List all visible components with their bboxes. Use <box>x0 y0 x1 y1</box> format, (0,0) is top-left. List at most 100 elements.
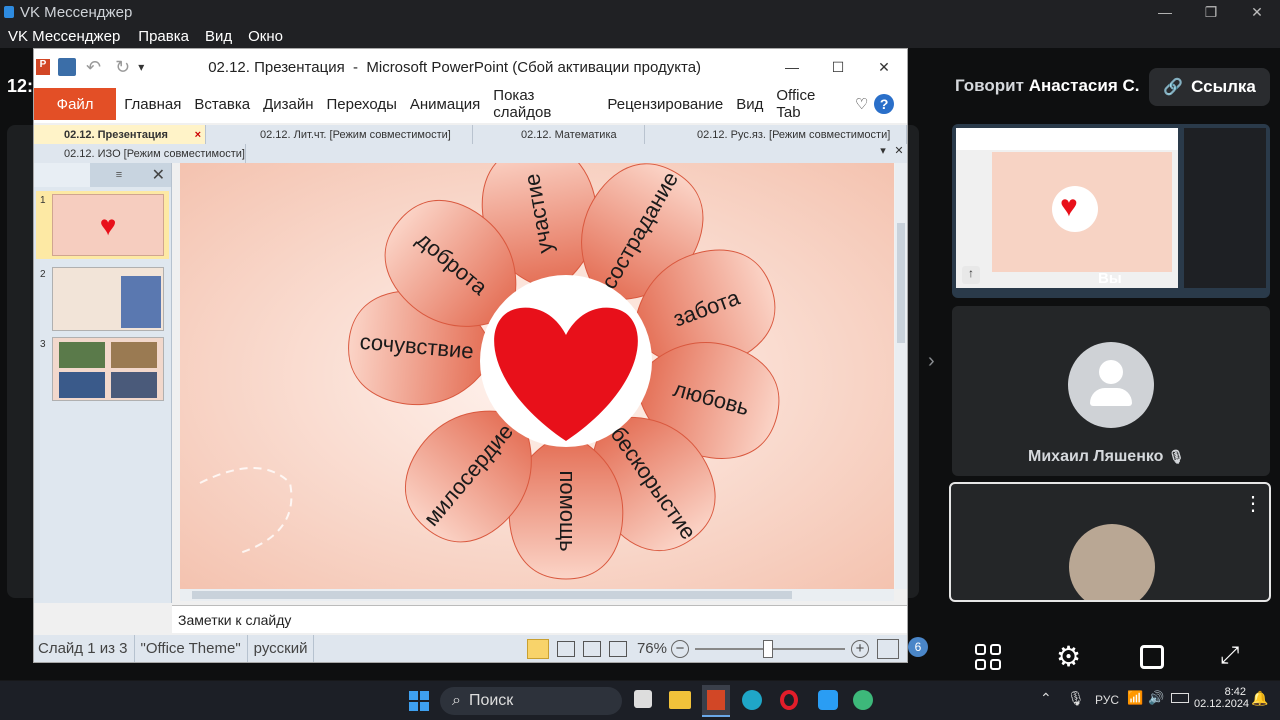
battery-icon[interactable] <box>1171 693 1189 703</box>
tab-review[interactable]: Рецензирование <box>607 96 723 113</box>
notification-bell-icon[interactable]: 🔔 <box>1251 690 1268 707</box>
upload-arrow-icon[interactable]: ↑ <box>962 266 980 284</box>
vk-app-icon <box>4 6 14 18</box>
tab-list-dropdown-icon[interactable]: ▾ <box>875 144 891 163</box>
notes-pane[interactable]: Заметки к слайду <box>172 605 907 633</box>
notes-placeholder: Заметки к слайду <box>178 611 292 628</box>
save-icon[interactable] <box>58 58 76 76</box>
powerpoint-taskbar-icon[interactable] <box>702 685 730 717</box>
speaker-avatar <box>1069 524 1155 600</box>
language[interactable]: русский <box>248 635 315 662</box>
thumb-slide-1[interactable]: 1 ♥ <box>36 191 169 259</box>
horizontal-scrollbar[interactable] <box>180 589 894 601</box>
zoom-in-icon[interactable]: + <box>851 639 869 658</box>
self-video-tile[interactable]: ♥ Вы ↑ <box>952 124 1270 298</box>
microphone-icon[interactable]: 🎙 <box>1067 690 1085 707</box>
opera-icon[interactable] <box>780 690 798 710</box>
reading-view-icon[interactable] <box>582 640 601 657</box>
thumb-slide-2[interactable]: 2 <box>36 267 169 331</box>
input-language[interactable]: РУС <box>1095 693 1119 707</box>
expand-panel-chevron-icon[interactable]: › <box>928 350 935 373</box>
tray-chevron-icon[interactable]: ⌃ <box>1040 690 1052 707</box>
person-icon <box>1099 360 1123 384</box>
clock[interactable]: 8:42 02.12.2024 <box>1194 686 1250 710</box>
zoom-slider[interactable] <box>695 639 845 658</box>
clock-time: 8:42 <box>1224 686 1246 698</box>
file-explorer-icon[interactable] <box>669 691 691 709</box>
vertical-scrollbar[interactable] <box>895 163 907 589</box>
participants-badge[interactable]: 6 <box>908 637 928 657</box>
more-options-icon[interactable]: ⋮ <box>1243 494 1263 514</box>
doc-tab-active[interactable]: 02.12. Презентация × <box>34 125 206 144</box>
slides-tab-icon[interactable] <box>34 163 90 187</box>
tab-slideshow[interactable]: Показ слайдов <box>493 87 594 121</box>
thumb-slide-3[interactable]: 3 <box>36 337 169 401</box>
tab-animation[interactable]: Анимация <box>410 96 480 113</box>
tab-office-tab[interactable]: Office Tab <box>776 87 842 121</box>
help-icon[interactable]: ? <box>874 94 894 114</box>
minimize-button[interactable]: — <box>1142 4 1188 21</box>
clock-partial: 12: <box>7 76 34 96</box>
doc-tab[interactable]: 02.12. Рус.яз. [Режим совместимости] <box>645 125 907 144</box>
globe-app-icon[interactable] <box>853 690 873 710</box>
doc-tab[interactable]: 02.12. Лит.чт. [Режим совместимости] <box>206 125 473 144</box>
heart-icon[interactable]: ♡ <box>855 95 868 113</box>
close-tab-icon[interactable]: × <box>195 129 201 141</box>
ppt-close-button[interactable]: ✕ <box>861 59 907 76</box>
doc-tab[interactable]: 02.12. ИЗО [Режим совместимости] <box>34 144 246 163</box>
ppt-window-title: 02.12. Презентация - Microsoft PowerPoin… <box>208 58 702 76</box>
quick-access-dropdown-icon[interactable]: ▾ <box>138 60 144 74</box>
tab-design[interactable]: Дизайн <box>263 96 313 113</box>
normal-view-icon[interactable] <box>526 638 549 659</box>
zoom-level[interactable]: 76% <box>637 640 667 657</box>
ppt-maximize-button[interactable]: ☐ <box>815 59 861 76</box>
volume-icon[interactable]: 🔊 <box>1148 690 1164 706</box>
messenger-taskbar-icon[interactable] <box>818 690 838 710</box>
tab-insert[interactable]: Вставка <box>194 96 250 113</box>
maximize-button[interactable]: ❐ <box>1188 4 1234 21</box>
menu-item-view[interactable]: Вид <box>205 28 232 45</box>
avatar <box>1068 342 1154 428</box>
menu-item-edit[interactable]: Правка <box>138 28 189 45</box>
search-icon: ⌕ <box>452 692 461 709</box>
task-view-icon[interactable] <box>634 690 652 708</box>
clock-date: 02.12.2024 <box>1194 698 1250 710</box>
tab-file[interactable]: Файл <box>34 88 117 120</box>
slide-sorter-icon[interactable] <box>556 640 575 657</box>
fit-to-window-icon[interactable] <box>877 638 899 659</box>
redo-icon[interactable]: ↻ <box>115 57 130 78</box>
slide-canvas[interactable]: участие сострадание забота любовь бескорысти… <box>180 163 894 589</box>
tab-home[interactable]: Главная <box>124 96 181 113</box>
tab-close-icon[interactable]: ✕ <box>891 144 907 163</box>
mic-muted-icon: 🎙 <box>1167 449 1185 464</box>
grid-view-icon[interactable] <box>975 644 1001 670</box>
close-pane-icon[interactable]: ✕ <box>152 165 165 185</box>
petal-label: помощь <box>555 470 580 551</box>
speaker-name: Анастасия С. <box>1028 76 1140 95</box>
fullscreen-icon[interactable]: ⤢ <box>1220 642 1239 670</box>
slideshow-icon[interactable] <box>608 640 627 657</box>
taskbar-search[interactable]: ⌕ Поиск <box>440 687 622 715</box>
tab-transitions[interactable]: Переходы <box>327 96 397 113</box>
windows-start-icon[interactable] <box>409 691 429 711</box>
participant-tile[interactable]: Михаил Ляшенко 🎙 <box>952 306 1270 476</box>
tab-view[interactable]: Вид <box>736 96 763 113</box>
undo-icon[interactable]: ↶ <box>86 57 101 78</box>
ppt-minimize-button[interactable]: — <box>769 59 815 76</box>
wifi-icon[interactable]: 📶 <box>1127 690 1143 706</box>
doc-tab[interactable]: 02.12. Математика <box>473 125 645 144</box>
link-button[interactable]: 🔗 Ссылка <box>1149 68 1270 106</box>
close-button[interactable]: ✕ <box>1234 4 1280 21</box>
zoom-out-icon[interactable]: − <box>671 639 689 658</box>
picture-in-picture-icon[interactable] <box>1140 645 1164 669</box>
vk-menubar: VK Мессенджер Правка Вид Окно <box>0 24 1280 48</box>
ribbon-tabs: Файл Главная Вставка Дизайн Переходы Ани… <box>34 85 907 123</box>
settings-gear-icon[interactable]: ⚙ <box>1056 640 1081 673</box>
participant-name: Михаил Ляшенко 🎙 <box>1028 448 1185 465</box>
menu-item-app[interactable]: VK Мессенджер <box>8 28 120 45</box>
menu-item-window[interactable]: Окно <box>248 28 283 45</box>
edge-browser-icon[interactable] <box>742 690 762 710</box>
outline-tab-icon[interactable]: ≡ <box>94 169 144 181</box>
link-label: Ссылка <box>1191 77 1256 96</box>
speaker-tile[interactable]: ⋮ <box>949 482 1271 602</box>
